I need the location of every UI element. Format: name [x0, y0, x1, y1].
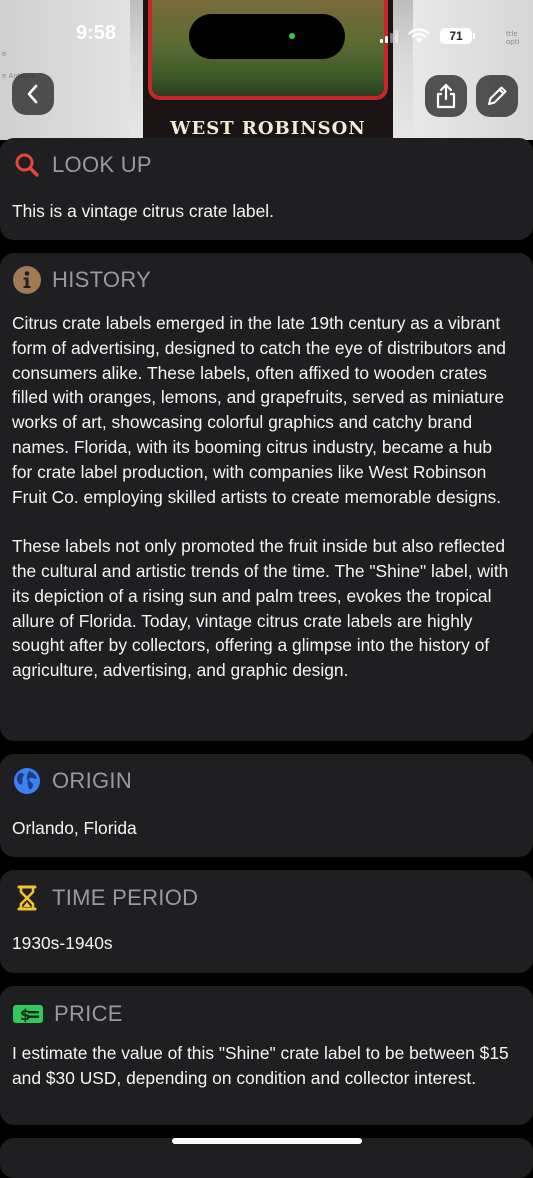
price-text: I estimate the value of this "Shine" cra… [12, 1043, 509, 1088]
camera-indicator-dot [289, 33, 295, 39]
history-text: Citrus crate labels emerged in the late … [12, 313, 509, 681]
svg-text:$: $ [20, 1006, 30, 1024]
price-card: $ PRICE I estimate the value of this "Sh… [0, 986, 533, 1125]
battery-indicator: 71 [440, 28, 475, 44]
origin-card: ORIGIN Orlando, Florida [0, 754, 533, 857]
origin-text: Orlando, Florida [12, 818, 137, 838]
share-button[interactable] [425, 75, 467, 117]
lookup-card: LOOK UP This is a vintage citrus crate l… [0, 138, 533, 240]
history-title: HISTORY [52, 267, 152, 292]
time-period-card: TIME PERIOD 1930s-1940s [0, 870, 533, 973]
time-period-text: 1930s-1940s [12, 933, 113, 953]
photo-scrap-text: ttle opti [506, 30, 520, 46]
search-icon [12, 150, 42, 180]
back-button[interactable] [12, 73, 54, 115]
lookup-header: LOOK UP [12, 150, 152, 180]
chevron-left-icon [27, 84, 38, 104]
status-time: 9:58 [76, 22, 117, 44]
time-period-title: TIME PERIOD [52, 885, 199, 910]
photo-background-right [413, 0, 533, 140]
photo-background-left [0, 0, 130, 140]
origin-title: ORIGIN [52, 768, 133, 793]
history-header: HISTORY [12, 265, 151, 295]
origin-header: ORIGIN [12, 766, 132, 796]
edit-button[interactable] [476, 75, 518, 117]
globe-icon [12, 766, 42, 796]
hourglass-icon [12, 883, 42, 913]
crate-label-brand: WEST ROBINSON [170, 118, 366, 139]
pencil-icon [488, 86, 507, 105]
info-icon [12, 265, 42, 295]
time-period-header: TIME PERIOD [12, 883, 198, 913]
share-icon [436, 83, 456, 109]
price-title: PRICE [54, 1001, 123, 1026]
home-indicator[interactable] [172, 1138, 362, 1144]
dynamic-island [189, 14, 345, 59]
battery-level: 71 [449, 29, 463, 43]
wifi-icon [408, 28, 430, 43]
cellular-signal-icon [380, 29, 398, 43]
photo-scrap-text: e [2, 50, 7, 58]
status-indicators: 71 [380, 26, 475, 46]
lookup-text: This is a vintage citrus crate label. [12, 201, 274, 221]
lookup-title: LOOK UP [52, 152, 152, 177]
price-header: $ PRICE [12, 999, 123, 1029]
history-card: HISTORY Citrus crate labels emerged in t… [0, 253, 533, 741]
next-card-partial [0, 1138, 533, 1178]
dollar-bill-icon: $ [12, 999, 44, 1029]
